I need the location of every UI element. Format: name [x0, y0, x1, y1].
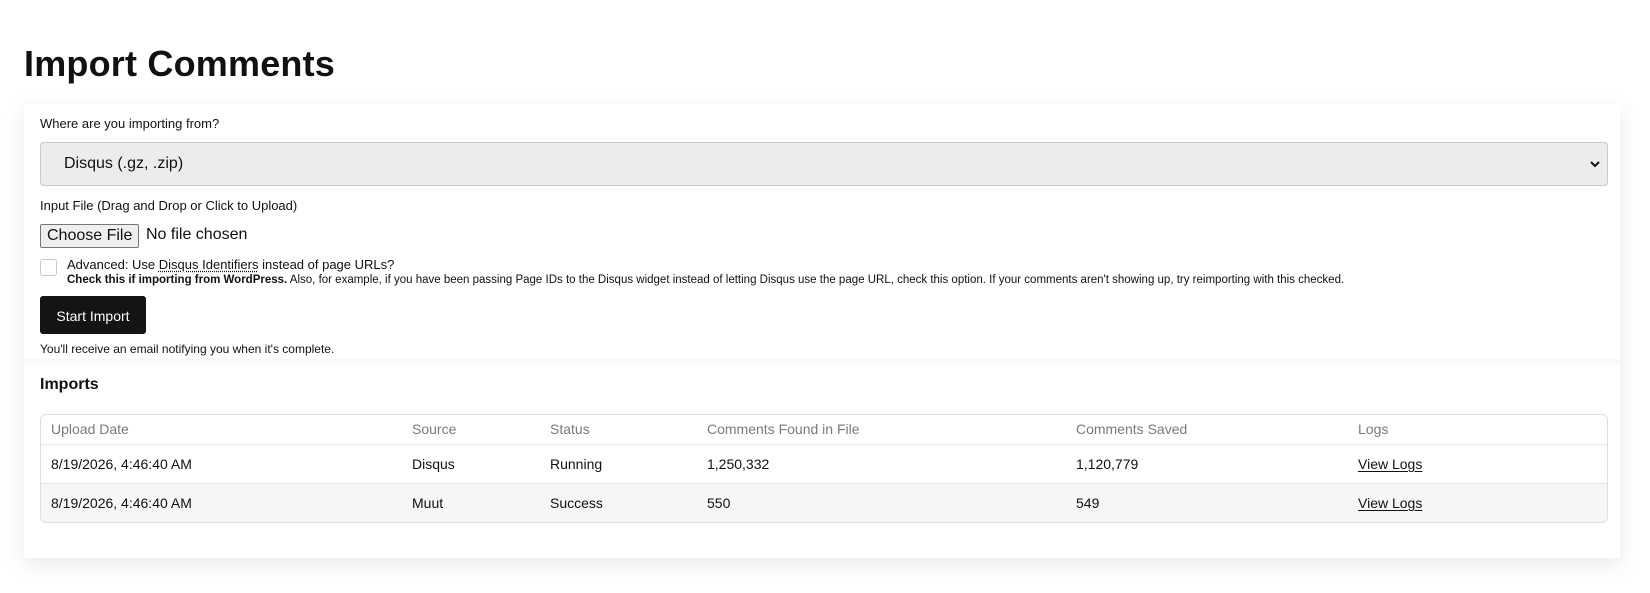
- status-cell: Success: [550, 495, 603, 511]
- chevron-down-icon: [1590, 161, 1600, 168]
- view-logs-link[interactable]: View Logs: [1358, 484, 1422, 522]
- comments-saved-cell: 1,120,779: [1076, 456, 1139, 472]
- table-row: 8/19/2026, 4:46:40 AM Muut Success 550 5…: [41, 483, 1607, 522]
- start-import-button[interactable]: Start Import: [40, 296, 146, 334]
- choose-file-button[interactable]: Choose File: [40, 224, 140, 248]
- comments-found-cell: 550: [707, 495, 731, 511]
- advanced-prefix: Advanced: Use: [67, 257, 159, 272]
- source-select[interactable]: Disqus (.gz, .zip): [40, 142, 1608, 186]
- email-note: You'll receive an email notifying you wh…: [40, 342, 335, 356]
- source-label: Where are you importing from?: [40, 116, 220, 131]
- comments-saved-cell: 549: [1076, 495, 1100, 511]
- file-label: Input File (Drag and Drop or Click to Up…: [40, 198, 298, 213]
- source-cell: Muut: [412, 495, 444, 511]
- column-header-comments-found: Comments Found in File: [707, 421, 860, 437]
- column-header-upload-date: Upload Date: [51, 421, 129, 437]
- comments-found-cell: 1,250,332: [707, 456, 770, 472]
- advanced-suffix: instead of page URLs?: [258, 257, 395, 272]
- view-logs-link[interactable]: View Logs: [1358, 445, 1422, 483]
- upload-date-cell: 8/19/2026, 4:46:40 AM: [51, 495, 192, 511]
- imports-table: Upload Date Source Status Comments Found…: [40, 414, 1608, 523]
- imports-heading: Imports: [40, 376, 99, 393]
- column-header-comments-saved: Comments Saved: [1076, 421, 1188, 437]
- table-header-row: Upload Date Source Status Comments Found…: [41, 415, 1607, 444]
- advanced-checkbox[interactable]: [40, 259, 57, 276]
- advanced-note-rest: Also, for example, if you have been pass…: [287, 274, 1345, 286]
- section-divider: [24, 359, 1620, 369]
- upload-date-cell: 8/19/2026, 4:46:40 AM: [51, 456, 192, 472]
- import-card: Where are you importing from? Disqus (.g…: [24, 104, 1620, 558]
- page-title: Import Comments: [24, 43, 336, 84]
- no-file-text: No file chosen: [146, 226, 248, 243]
- disqus-identifiers-link[interactable]: Disqus Identifiers: [159, 257, 259, 272]
- advanced-note-bold: Check this if importing from WordPress.: [67, 274, 288, 286]
- advanced-note: Check this if importing from WordPress. …: [67, 274, 1344, 286]
- status-cell: Running: [550, 456, 603, 472]
- column-header-source: Source: [412, 421, 457, 437]
- table-row: 8/19/2026, 4:46:40 AM Disqus Running 1,2…: [41, 444, 1607, 483]
- column-header-logs: Logs: [1358, 421, 1389, 437]
- source-select-value: Disqus (.gz, .zip): [64, 155, 184, 172]
- column-header-status: Status: [550, 421, 590, 437]
- source-cell: Disqus: [412, 456, 455, 472]
- advanced-label: Advanced: Use Disqus Identifiers instead…: [67, 257, 394, 272]
